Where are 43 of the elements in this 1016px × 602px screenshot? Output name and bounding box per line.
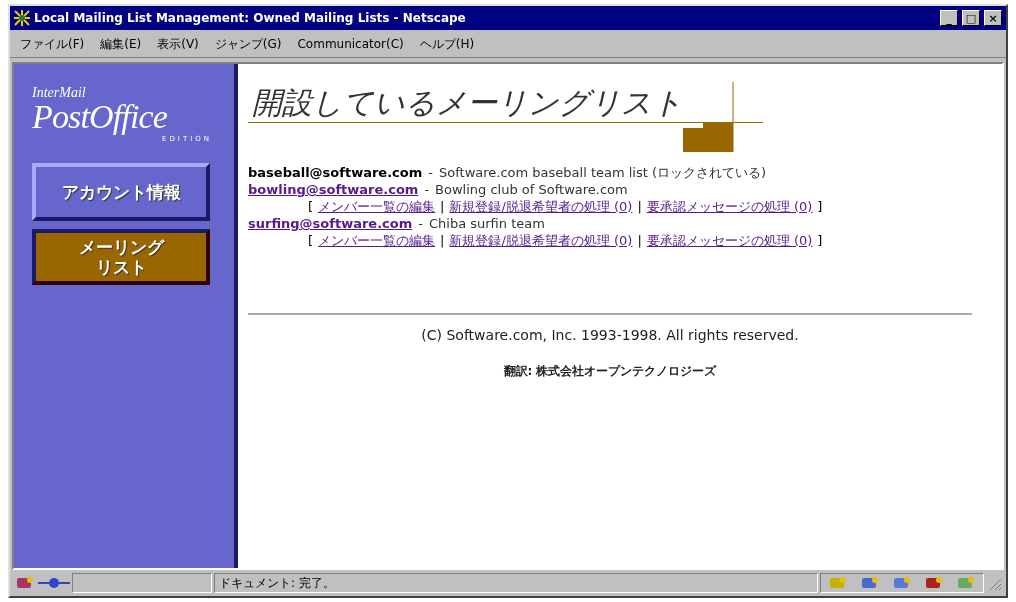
list-description: Chiba surfin team [429, 215, 545, 232]
nav-button[interactable]: アカウント情報 [32, 162, 210, 221]
status-text: ドキュメント: 完了。 [219, 575, 335, 592]
app-icon [14, 10, 30, 26]
menu-item[interactable]: Communicator(C) [297, 34, 404, 53]
close-bracket-label: ] [817, 232, 823, 249]
page-heading: 開設しているメーリングリスト [252, 84, 683, 122]
action-link[interactable]: 要承認メッセージの処理 (0) [646, 198, 813, 215]
copyright-text: (C) Software.com, Inc. 1993-1998. All rights reserved. [421, 326, 799, 345]
nav-button[interactable]: メーリング リスト [32, 228, 210, 285]
menu-item[interactable]: 表示(V) [157, 34, 199, 53]
dash: - [428, 164, 433, 181]
action-link[interactable]: 新規登録/脱退希望者の処理 (0) [449, 232, 633, 249]
dash: - [418, 215, 423, 232]
separator-label: | [637, 198, 642, 215]
window-title: Local Mailing List Management: Owned Mailing Lists - Netscape [34, 10, 467, 27]
separator-label: | [637, 232, 642, 249]
separator-label: | [440, 232, 445, 249]
list-description: Bowling club of Software.com [435, 181, 628, 198]
action-link[interactable]: 新規登録/脱退希望者の処理 (0) [449, 198, 633, 215]
list-address: baseball@software.com [248, 164, 423, 181]
menu-item[interactable]: ファイル(F) [20, 34, 85, 53]
menu-item[interactable]: ジャンプ(G) [214, 34, 282, 53]
dash: - [424, 181, 430, 198]
close-bracket-label: ] [817, 198, 823, 215]
close-button[interactable]: × [984, 10, 1002, 26]
logo-title: PostOffice [32, 100, 169, 134]
translation-credit: 翻訳: 株式会社オープンテクノロジーズ [503, 363, 717, 380]
action-link[interactable]: メンバー一覧の編集 [318, 232, 436, 249]
action-link[interactable]: 要承認メッセージの処理 (0) [646, 232, 813, 249]
connection-icon [38, 576, 70, 590]
logo-subtitle: InterMail [32, 86, 87, 100]
open-bracket-label: [ [308, 232, 314, 249]
minimize-button[interactable]: _ [940, 10, 958, 26]
maximize-button[interactable]: □ [962, 10, 980, 26]
list-description: Software.com baseball team list (ロックされている) [439, 164, 767, 181]
menu-item[interactable]: 編集(E) [100, 34, 142, 53]
menu-item[interactable]: ヘルプ(H) [419, 34, 475, 53]
list-address-link[interactable]: bowling@software.com [248, 181, 419, 198]
action-link[interactable]: メンバー一覧の編集 [318, 198, 436, 215]
list-address-link[interactable]: surfing@software.com [248, 215, 413, 232]
separator-label: | [440, 198, 445, 215]
open-bracket-label: [ [308, 198, 314, 215]
